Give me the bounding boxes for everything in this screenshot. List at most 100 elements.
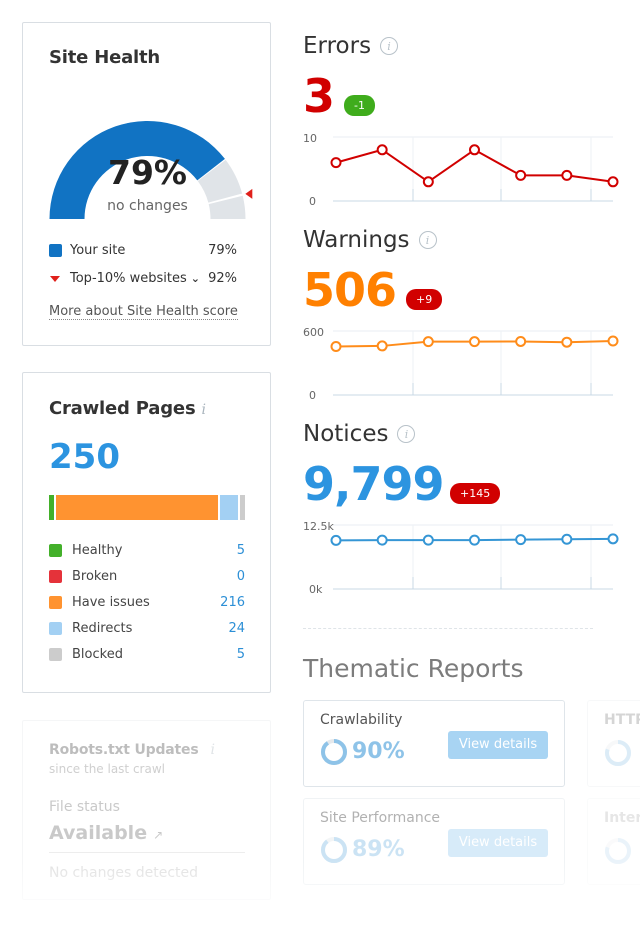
warnings-value[interactable]: 506 bbox=[303, 263, 397, 317]
report-name: HTTPS bbox=[604, 712, 640, 728]
report-card-crawlability: Crawlability 90% View details bbox=[303, 700, 565, 787]
legend-row-redirects: Redirects 24 bbox=[49, 621, 245, 636]
ring-fill bbox=[321, 739, 347, 765]
data-point bbox=[330, 340, 342, 352]
bottom-fade bbox=[0, 860, 640, 929]
view-details-button[interactable]: View details bbox=[448, 829, 548, 857]
report-card-https: HTTPS bbox=[587, 700, 640, 787]
y-tick-label: 600 bbox=[303, 326, 324, 339]
legend-count[interactable]: 216 bbox=[220, 595, 245, 610]
data-point bbox=[607, 176, 619, 188]
site-health-more-link[interactable]: More about Site Health score bbox=[49, 304, 238, 320]
data-point bbox=[330, 157, 342, 169]
warnings-title-text: Warnings bbox=[303, 227, 410, 253]
errors-metric: Errors i 3 -1 10 0 bbox=[303, 33, 640, 208]
file-status-value[interactable]: Available ↗ bbox=[49, 822, 163, 844]
notices-title-text: Notices bbox=[303, 421, 389, 447]
legend-value: 92% bbox=[208, 271, 237, 286]
legend-label: Blocked bbox=[72, 647, 123, 662]
notices-title: Notices i bbox=[303, 421, 640, 447]
notices-metric: Notices i 9,799 +145 12.5k 0k bbox=[303, 421, 640, 596]
info-icon[interactable]: i bbox=[380, 37, 399, 55]
red-triangle-icon bbox=[50, 275, 60, 282]
legend-swatch bbox=[49, 622, 62, 635]
bar-segment-have-issues[interactable] bbox=[56, 495, 218, 520]
legend-count[interactable]: 0 bbox=[237, 569, 245, 584]
legend-swatch bbox=[49, 570, 62, 583]
y-tick-label: 10 bbox=[303, 132, 317, 145]
legend-count[interactable]: 5 bbox=[237, 647, 245, 662]
data-point bbox=[515, 335, 527, 347]
file-status-label: File status bbox=[49, 799, 120, 815]
report-percent: 90% bbox=[352, 739, 405, 764]
crawled-pages-title: Crawled Pages i bbox=[49, 398, 206, 419]
warnings-chart: 600 0 bbox=[303, 326, 619, 402]
legend-top10[interactable]: Top-10% websites ⌄ 92% bbox=[49, 271, 237, 286]
data-point bbox=[561, 336, 573, 348]
your-site-swatch bbox=[49, 244, 62, 257]
legend-count[interactable]: 5 bbox=[237, 543, 245, 558]
robots-title-text: Robots.txt Updates bbox=[49, 742, 199, 758]
bar-segment-healthy[interactable] bbox=[49, 495, 54, 520]
y-tick-label: 0 bbox=[309, 389, 316, 402]
chevron-down-icon[interactable]: ⌄ bbox=[191, 272, 200, 285]
legend-swatch bbox=[49, 544, 62, 557]
section-divider bbox=[303, 628, 593, 629]
legend-value: 79% bbox=[208, 243, 237, 258]
info-icon[interactable]: i bbox=[210, 742, 214, 758]
divider bbox=[49, 852, 245, 853]
legend-label: Your site bbox=[70, 243, 126, 258]
bar-segment-blocked[interactable] bbox=[240, 495, 245, 520]
progress-ring-icon bbox=[605, 740, 631, 766]
crawled-pages-total[interactable]: 250 bbox=[49, 437, 120, 477]
view-details-button[interactable]: View details bbox=[448, 731, 548, 759]
errors-delta-badge: -1 bbox=[344, 95, 375, 116]
data-point bbox=[607, 335, 619, 347]
info-icon[interactable]: i bbox=[397, 425, 416, 443]
report-name: Crawlability bbox=[320, 712, 403, 728]
data-point bbox=[422, 336, 434, 348]
legend-your-site: Your site 79% bbox=[49, 243, 237, 258]
data-point bbox=[422, 534, 434, 546]
legend-swatch bbox=[49, 648, 62, 661]
warnings-title: Warnings i bbox=[303, 227, 640, 253]
robots-title: Robots.txt Updates i bbox=[49, 742, 215, 758]
crawled-pages-bar bbox=[49, 495, 245, 520]
crawled-pages-card: Crawled Pages i 250 Healthy 5 Broken 0 Have i… bbox=[22, 372, 271, 693]
legend-row-broken: Broken 0 bbox=[49, 569, 245, 584]
errors-value[interactable]: 3 bbox=[303, 69, 335, 123]
report-name: Site Performance bbox=[320, 810, 441, 826]
ring-fill bbox=[321, 837, 347, 863]
y-tick-label: 12.5k bbox=[303, 520, 334, 533]
file-status-text: Available bbox=[49, 822, 148, 844]
errors-chart: 10 0 bbox=[303, 132, 619, 208]
legend-row-healthy: Healthy 5 bbox=[49, 543, 245, 558]
data-point bbox=[469, 144, 480, 156]
bar-segment-redirects[interactable] bbox=[220, 495, 238, 520]
legend-label: Top-10% websites bbox=[70, 271, 187, 286]
errors-title-text: Errors bbox=[303, 33, 372, 59]
notices-value[interactable]: 9,799 bbox=[303, 457, 445, 511]
external-link-icon[interactable]: ↗ bbox=[153, 828, 163, 842]
report-percent: 89% bbox=[352, 837, 405, 862]
site-health-score: 79% bbox=[108, 153, 187, 192]
data-point bbox=[376, 340, 388, 352]
crawled-pages-title-text: Crawled Pages bbox=[49, 398, 196, 419]
legend-label: Have issues bbox=[72, 595, 150, 610]
data-point bbox=[515, 534, 527, 546]
warnings-metric: Warnings i 506 +9 600 0 bbox=[303, 227, 640, 402]
legend-count[interactable]: 24 bbox=[228, 621, 245, 636]
data-point bbox=[376, 144, 388, 156]
data-point bbox=[422, 176, 434, 188]
legend-label: Broken bbox=[72, 569, 118, 584]
y-tick-label: 0k bbox=[309, 583, 323, 596]
site-health-title: Site Health bbox=[49, 47, 161, 68]
robots-subtitle: since the last crawl bbox=[49, 762, 165, 776]
info-icon[interactable]: i bbox=[201, 402, 205, 418]
data-point bbox=[469, 534, 480, 546]
info-icon[interactable]: i bbox=[418, 231, 437, 249]
legend-swatch bbox=[49, 596, 62, 609]
thematic-reports-title: Thematic Reports bbox=[303, 654, 524, 683]
notices-chart: 12.5k 0k bbox=[303, 520, 619, 596]
data-point bbox=[561, 169, 573, 181]
